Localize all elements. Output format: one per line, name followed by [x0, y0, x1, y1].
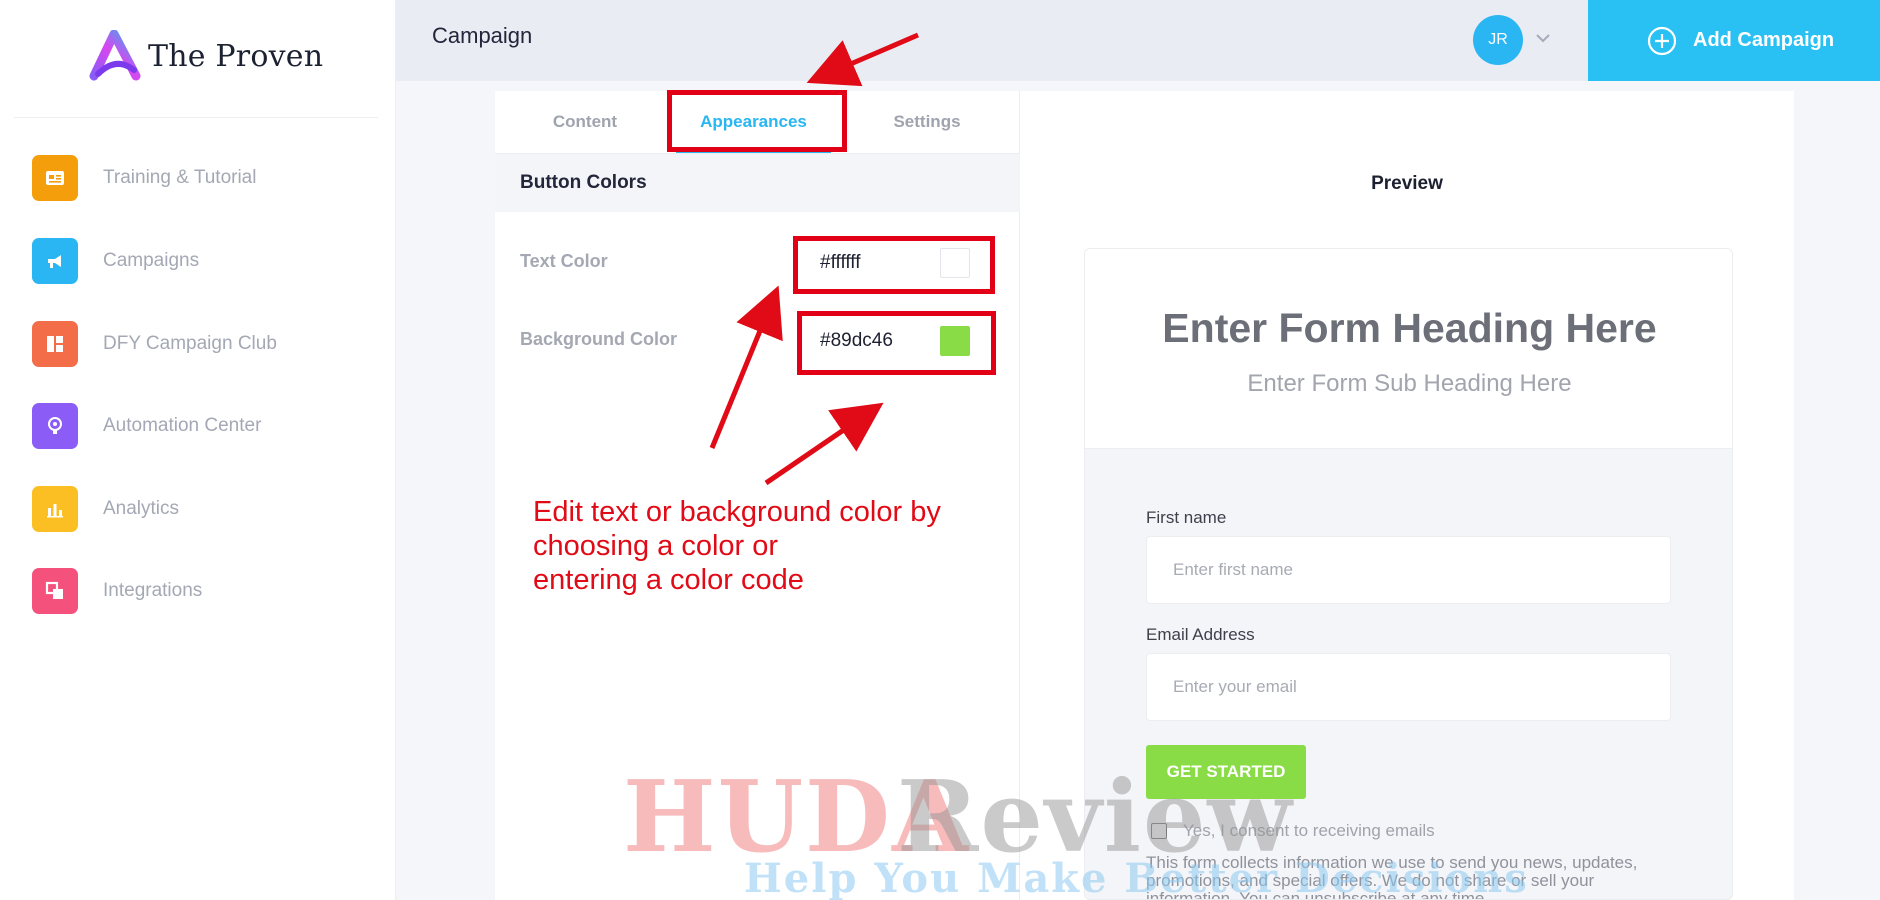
sidebar-item-training[interactable]: Training & Tutorial [32, 155, 256, 201]
add-campaign-label: Add Campaign [1693, 29, 1835, 51]
layout-grid-icon [32, 321, 78, 367]
logo-mark-icon [89, 30, 141, 81]
sidebar-item-analytics[interactable]: Analytics [32, 486, 179, 532]
bg-color-highlight [797, 311, 996, 375]
text-color-label: Text Color [520, 251, 608, 271]
text-color-highlight [793, 236, 995, 294]
form-preview-header: Enter Form Heading Here Enter Form Sub H… [1085, 249, 1732, 449]
tab-content[interactable]: Content [520, 91, 650, 153]
logo[interactable]: The Proven [88, 30, 323, 82]
sidebar-item-label: Automation Center [103, 415, 262, 436]
appearances-tab-highlight [667, 90, 847, 152]
plus-circle-icon [1647, 26, 1677, 55]
sidebar-item-campaigns[interactable]: Campaigns [32, 238, 199, 284]
chevron-down-icon[interactable] [1533, 28, 1553, 48]
preview-title: Preview [1371, 173, 1443, 194]
sidebar-item-integrations[interactable]: Integrations [32, 568, 202, 614]
email-label: Email Address [1146, 625, 1255, 644]
bar-chart-icon [32, 486, 78, 532]
app-root: The Proven Training & Tutorial Campaigns… [0, 0, 1880, 900]
megaphone-icon [32, 238, 78, 284]
page-title: Campaign [432, 23, 533, 48]
section-title: Button Colors [495, 154, 1020, 212]
watermark-tagline: Help You Make Better Decisions [744, 855, 1529, 900]
tab-settings[interactable]: Settings [857, 91, 997, 153]
avatar[interactable]: JR [1473, 15, 1523, 65]
add-campaign-button[interactable]: Add Campaign [1588, 0, 1880, 81]
lightbulb-icon [32, 403, 78, 449]
top-bar: Campaign JR Add Campaign [396, 0, 1880, 81]
sidebar-item-label: Integrations [103, 580, 203, 601]
first-name-field[interactable] [1146, 536, 1671, 604]
sidebar: The Proven Training & Tutorial Campaigns… [0, 0, 396, 900]
bg-color-label: Background Color [520, 329, 678, 349]
sidebar-item-label: Analytics [103, 498, 180, 519]
form-heading: Enter Form Heading Here [1162, 305, 1657, 351]
sidebar-item-label: DFY Campaign Club [103, 333, 277, 354]
logo-text: The Proven [148, 38, 324, 74]
form-subheading: Enter Form Sub Heading Here [1247, 370, 1572, 397]
annotation-text: Edit text or background color by choosin… [533, 496, 941, 596]
sidebar-divider [14, 117, 378, 118]
sidebar-item-label: Training & Tutorial [103, 167, 257, 188]
sidebar-item-label: Campaigns [103, 250, 200, 271]
sidebar-item-automation-center[interactable]: Automation Center [32, 403, 261, 449]
video-card-icon [32, 155, 78, 201]
email-field[interactable] [1146, 653, 1671, 721]
sidebar-item-dfy-campaign-club[interactable]: DFY Campaign Club [32, 321, 277, 367]
first-name-label: First name [1146, 508, 1227, 527]
squares-link-icon [32, 568, 78, 614]
